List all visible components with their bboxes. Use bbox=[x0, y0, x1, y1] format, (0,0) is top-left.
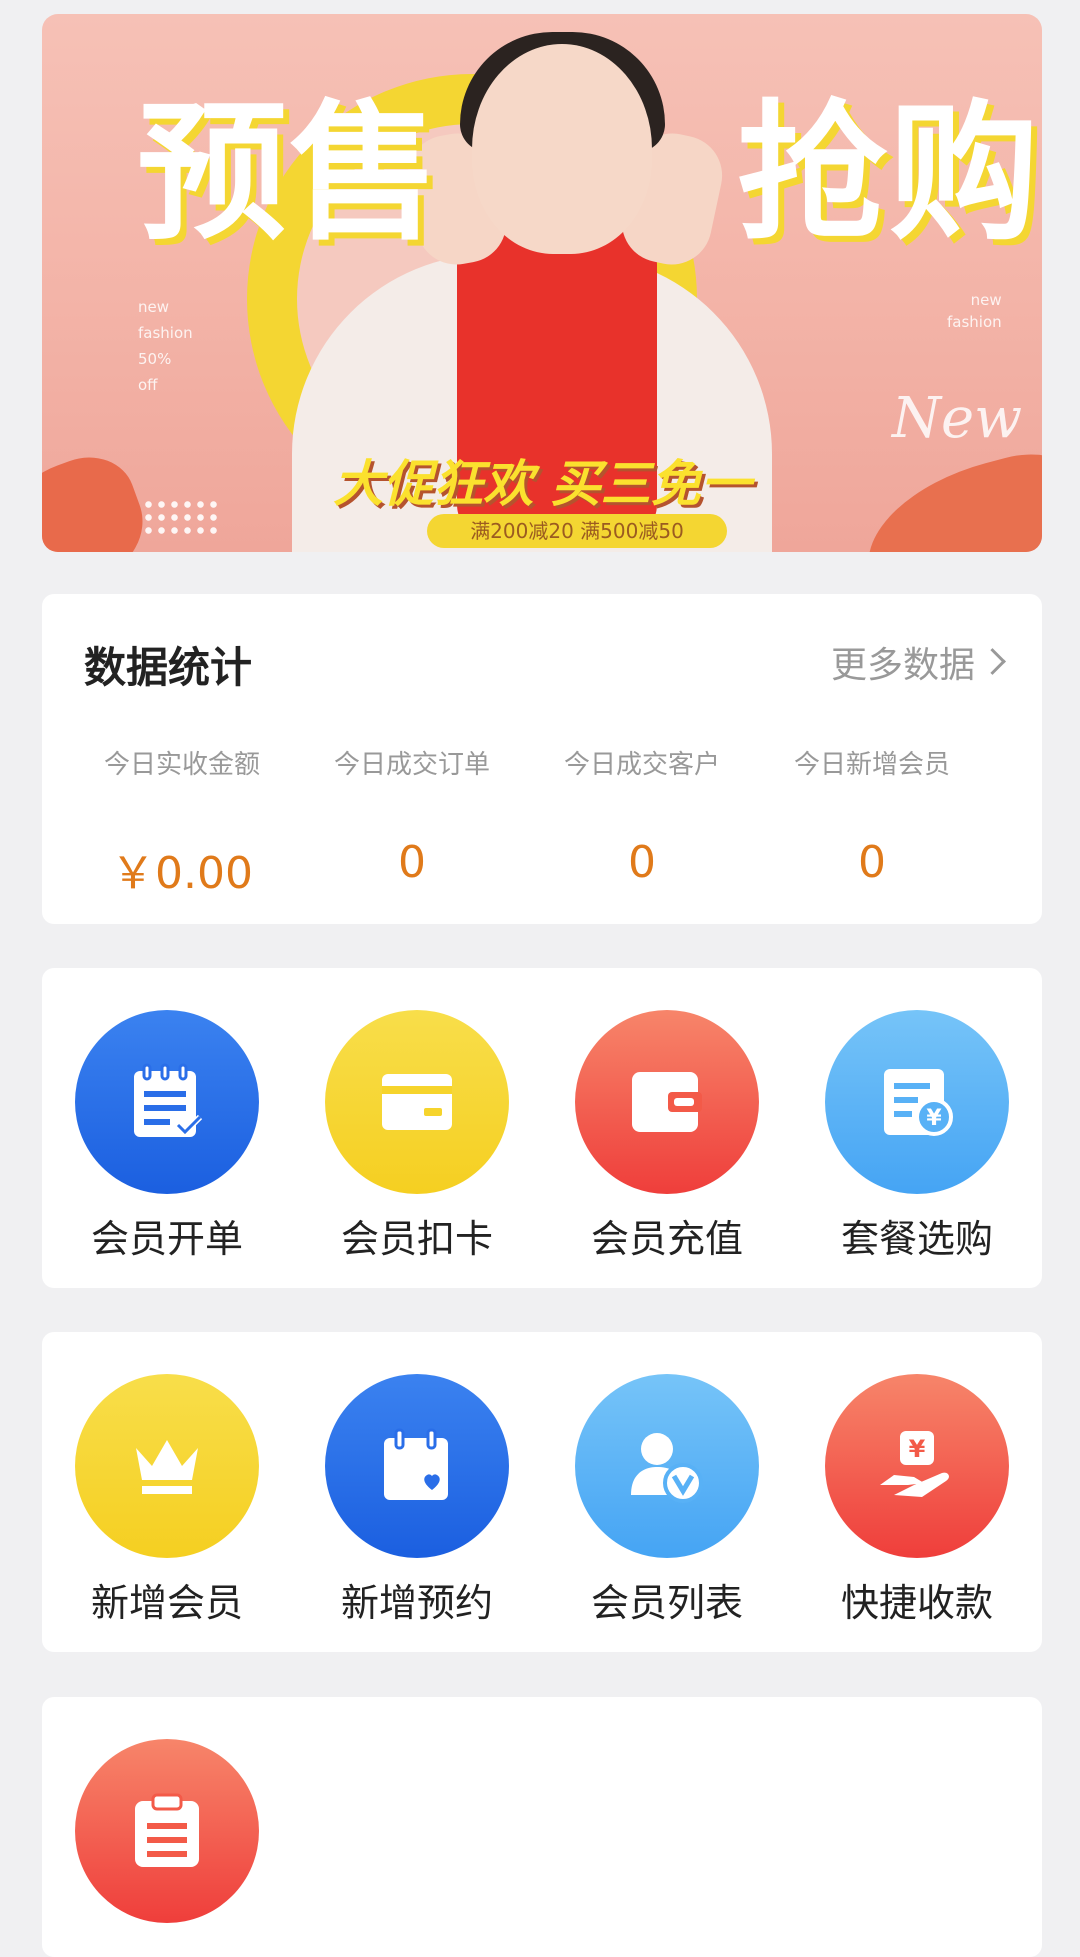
add-member-button[interactable]: 新增会员 bbox=[42, 1374, 292, 1627]
quick-payment-button[interactable]: ¥ 快捷收款 bbox=[792, 1374, 1042, 1627]
quick-actions-row-1: 会员开单 会员扣卡 会员充值 ¥ 套餐选购 bbox=[42, 968, 1042, 1288]
banner-new-text: New bbox=[892, 386, 1023, 451]
hand-yen-icon: ¥ bbox=[880, 1431, 949, 1497]
more-data-link[interactable]: 更多数据 bbox=[831, 636, 1006, 688]
stat-today-orders: 今日成交订单 0 bbox=[333, 750, 490, 888]
chevron-right-icon bbox=[979, 648, 1006, 675]
stat-today-customers: 今日成交客户 0 bbox=[563, 750, 720, 888]
wallet-icon bbox=[632, 1072, 702, 1132]
stats-title: 数据统计 bbox=[84, 643, 253, 692]
action-label: 新增会员 bbox=[90, 1581, 243, 1625]
member-list-button[interactable]: 会员列表 bbox=[542, 1374, 792, 1627]
clipboard-list-icon bbox=[135, 1793, 199, 1867]
action-label: 会员开单 bbox=[90, 1217, 243, 1261]
card-icon bbox=[382, 1074, 452, 1130]
package-purchase-button[interactable]: ¥ 套餐选购 bbox=[792, 1010, 1042, 1263]
action-label: 新增预约 bbox=[340, 1581, 493, 1625]
banner-title-right: 抢购 bbox=[737, 87, 1042, 261]
quick-actions-row-2: 新增会员 新增预约 会员列表 ¥ 快捷收款 bbox=[42, 1332, 1042, 1652]
banner-side-text-left: new fashion 50% off bbox=[138, 298, 193, 394]
member-recharge-button[interactable]: 会员充值 bbox=[542, 1010, 792, 1263]
add-appointment-button[interactable]: 新增预约 bbox=[292, 1374, 542, 1627]
banner-side-text-right: new fashion bbox=[947, 291, 1002, 331]
receipt-yen-icon: ¥ bbox=[884, 1069, 953, 1136]
banner-promo-text: 大促狂欢 买三免一 bbox=[333, 455, 751, 513]
action-label: 套餐选购 bbox=[840, 1217, 993, 1261]
action-label: 会员充值 bbox=[590, 1217, 743, 1261]
calendar-heart-icon bbox=[384, 1428, 448, 1500]
data-stats-card: 数据统计 更多数据 今日实收金额 ￥0.00 今日成交订单 0 今日成交客户 0… bbox=[42, 594, 1042, 924]
action-label: 会员扣卡 bbox=[340, 1217, 493, 1261]
svg-text:¥: ¥ bbox=[926, 1106, 942, 1131]
member-deduct-card-button[interactable]: 会员扣卡 bbox=[292, 1010, 542, 1263]
clipboard-check-icon bbox=[134, 1063, 203, 1137]
member-order-button[interactable]: 会员开单 bbox=[42, 1010, 292, 1263]
stat-today-new-members: 今日新增会员 0 bbox=[793, 750, 950, 888]
action-label: 快捷收款 bbox=[840, 1581, 993, 1625]
banner-title-left: 预售 bbox=[137, 87, 442, 261]
user-v-icon bbox=[631, 1433, 703, 1503]
crown-icon bbox=[136, 1440, 198, 1494]
stat-today-revenue: 今日实收金额 ￥0.00 bbox=[103, 750, 260, 899]
promo-banner[interactable]: 预售 抢购 new fashion 50% off new fashion Ne… bbox=[42, 14, 1042, 552]
action-label: 会员列表 bbox=[590, 1581, 743, 1625]
svg-text:¥: ¥ bbox=[909, 1435, 926, 1463]
quick-actions-row-3 bbox=[42, 1697, 1042, 1957]
order-list-button[interactable] bbox=[42, 1739, 292, 1923]
banner-discount-tag: 满200减20 满500减50 bbox=[427, 514, 727, 548]
